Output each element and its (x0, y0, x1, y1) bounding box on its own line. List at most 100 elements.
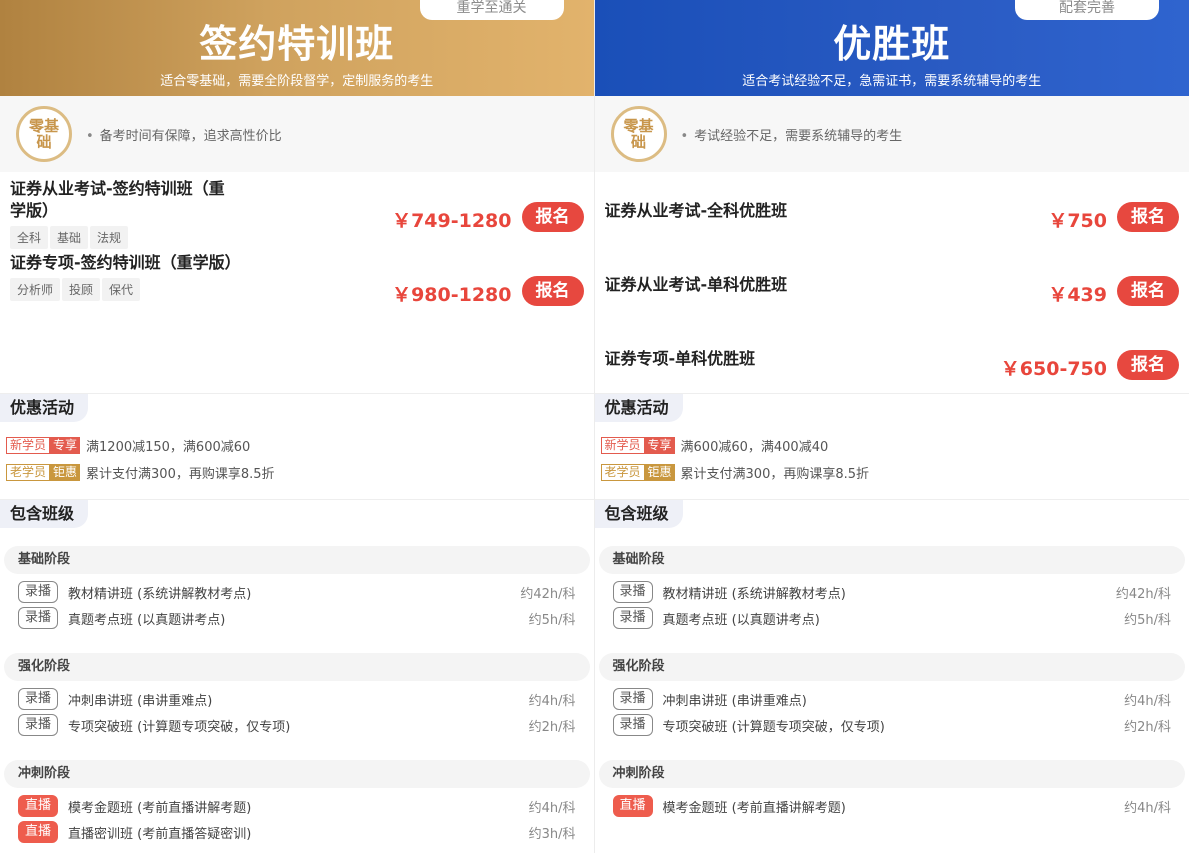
lesson-name: 模考金题班 (考前直播讲解考题) (662, 800, 846, 816)
promo-section: 优惠活动 新学员 专享 满1200减150，满600减60 老学员 钜惠 累计支付满… (0, 394, 594, 500)
product-item: 证券专项-签约特训班（重学版） 分析师 投顾 保代 ￥980-1280 报名 (0, 252, 594, 326)
plan-subtitle: 适合零基础，需要全阶段督学，定制服务的考生 (160, 74, 434, 89)
promo-tag: 老学员 钜惠 (600, 464, 675, 481)
promo-item: 新学员 专享 满600减60，满400减40 (600, 432, 1184, 459)
promo-title: 优惠活动 (594, 394, 683, 422)
lesson-duration: 约4h/科 (1124, 693, 1171, 709)
lesson-duration: 约5h/科 (1124, 612, 1171, 628)
plan-card-right: 配套完善 优胜班 适合考试经验不足，急需证书，需要系统辅导的考生 零基础 考试经… (594, 0, 1189, 853)
lesson-row: 直播 模考金题班 (考前直播讲解考题) 约4h/科 (599, 793, 1186, 819)
promo-tag: 新学员 专享 (6, 437, 81, 454)
product-price: ￥439 (1048, 284, 1107, 306)
lesson-type: 录播 (18, 581, 59, 603)
stage-name: 强化阶段 (598, 653, 1185, 681)
lesson-type: 录播 (612, 581, 653, 603)
lesson-duration: 约4h/科 (1124, 800, 1171, 816)
lesson-duration: 约2h/科 (1124, 719, 1171, 735)
product-tag: 投顾 (62, 278, 101, 301)
lesson-name: 冲刺串讲班 (串讲重难点) (662, 693, 807, 709)
promo-item: 新学员 专享 满1200减150，满600减60 (6, 432, 588, 459)
plan-card-left: 重学至通关 签约特训班 适合零基础，需要全阶段督学，定制服务的考生 零基础 备考… (0, 0, 595, 853)
product-name: 证券专项-单科优胜班 (604, 349, 756, 368)
product-tag: 法规 (90, 226, 129, 249)
enroll-button[interactable]: 报名 (1117, 202, 1179, 232)
lesson-duration: 约42h/科 (520, 586, 576, 602)
enroll-button[interactable]: 报名 (521, 202, 584, 232)
product-price: ￥980-1280 (392, 284, 512, 306)
lesson-row: 录播 专项突破班 (计算题专项突破，仅专项) 约2h/科 (4, 712, 590, 738)
stage-list: 基础阶段 录播 教材精讲班 (系统讲解教材考点) 约42h/科 录播 真题考点班 (以… (0, 528, 594, 845)
level-badge: 零基础 (610, 106, 667, 162)
audience-row: 零基础 备考时间有保障，追求高性价比 (0, 96, 594, 172)
lesson-type: 录播 (612, 607, 653, 629)
lesson-row: 直播 直播密训班 (考前直播答疑密训) 约3h/科 (4, 819, 590, 845)
lesson-row: 录播 冲刺串讲班 (串讲重难点) 约4h/科 (599, 686, 1186, 712)
lesson-type: 录播 (612, 714, 653, 736)
product-name: 证券从业考试-签约特训班（重学版） (10, 179, 225, 220)
lesson-name: 模考金题班 (考前直播讲解考题) (68, 800, 252, 816)
stage: 基础阶段 录播 教材精讲班 (系统讲解教材考点) 约42h/科 录播 真题考点班 (以… (598, 546, 1186, 631)
product-item: 证券从业考试-全科优胜班 ￥750 报名 (595, 178, 1189, 252)
lesson-row: 直播 模考金题班 (考前直播讲解考题) 约4h/科 (4, 793, 590, 819)
stage: 基础阶段 录播 教材精讲班 (系统讲解教材考点) 约42h/科 录播 真题考点班 (以… (4, 546, 590, 631)
stage: 冲刺阶段 直播 模考金题班 (考前直播讲解考题) 约4h/科 直播 直播密训班 (考前… (4, 760, 590, 845)
plan-ribbon: 配套完善 (1015, 0, 1159, 20)
lesson-name: 教材精讲班 (系统讲解教材考点) (662, 586, 846, 602)
lesson-type: 直播 (612, 795, 653, 817)
promo-text: 累计支付满300，再购课享8.5折 (86, 467, 275, 482)
lesson-row: 录播 教材精讲班 (系统讲解教材考点) 约42h/科 (599, 579, 1186, 605)
product-item: 证券从业考试-签约特训班（重学版） 全科 基础 法规 ￥749-1280 报名 (0, 178, 594, 252)
lesson-duration: 约3h/科 (528, 826, 576, 842)
plan-subtitle: 适合考试经验不足，急需证书，需要系统辅导的考生 (742, 74, 1042, 89)
stage: 强化阶段 录播 冲刺串讲班 (串讲重难点) 约4h/科 录播 专项突破班 (计算题专项… (598, 653, 1186, 738)
promo-item: 老学员 钜惠 累计支付满300，再购课享8.5折 (6, 459, 588, 486)
level-badge: 零基础 (16, 106, 72, 162)
classes-title: 包含班级 (594, 500, 683, 528)
product-price: ￥650-750 (1000, 358, 1107, 380)
lesson-type: 录播 (18, 688, 59, 710)
product-tag: 基础 (50, 226, 89, 249)
stage-name: 冲刺阶段 (598, 760, 1185, 788)
product-list: 证券从业考试-全科优胜班 ￥750 报名 证券从业考试-单科优胜班 ￥439 报… (594, 172, 1189, 394)
lesson-name: 专项突破班 (计算题专项突破，仅专项) (662, 719, 885, 735)
lesson-name: 真题考点班 (以真题讲考点) (662, 612, 820, 628)
audience-row: 零基础 考试经验不足，需要系统辅导的考生 (594, 96, 1189, 172)
lesson-row: 录播 冲刺串讲班 (串讲重难点) 约4h/科 (4, 686, 590, 712)
stage: 强化阶段 录播 冲刺串讲班 (串讲重难点) 约4h/科 录播 专项突破班 (计算题专项… (4, 653, 590, 738)
promo-item: 老学员 钜惠 累计支付满300，再购课享8.5折 (600, 459, 1184, 486)
lesson-type: 直播 (18, 821, 59, 843)
product-name: 证券从业考试-单科优胜班 (604, 275, 788, 294)
enroll-button[interactable]: 报名 (1117, 350, 1179, 380)
promo-section: 优惠活动 新学员 专享 满600减60，满400减40 老学员 钜惠 累计支付满30… (594, 394, 1189, 500)
lesson-duration: 约5h/科 (528, 612, 576, 628)
product-tag: 分析师 (10, 278, 61, 301)
lesson-type: 直播 (18, 795, 59, 817)
lesson-name: 教材精讲班 (系统讲解教材考点) (68, 586, 252, 602)
product-item: 证券专项-单科优胜班 ￥650-750 报名 (595, 326, 1189, 394)
lesson-type: 录播 (18, 607, 59, 629)
promo-title: 优惠活动 (0, 394, 89, 422)
lesson-name: 冲刺串讲班 (串讲重难点) (68, 693, 213, 709)
lesson-name: 直播密训班 (考前直播答疑密训) (68, 826, 252, 842)
plan-header: 配套完善 优胜班 适合考试经验不足，急需证书，需要系统辅导的考生 (594, 0, 1189, 96)
lesson-name: 专项突破班 (计算题专项突破，仅专项) (68, 719, 291, 735)
lesson-type: 录播 (18, 714, 59, 736)
product-price: ￥749-1280 (392, 210, 512, 232)
audience-desc: 备考时间有保障，追求高性价比 (86, 125, 282, 144)
enroll-button[interactable]: 报名 (1117, 276, 1179, 306)
lesson-row: 录播 教材精讲班 (系统讲解教材考点) 约42h/科 (4, 579, 590, 605)
audience-desc: 考试经验不足，需要系统辅导的考生 (681, 125, 902, 144)
enroll-button[interactable]: 报名 (521, 276, 584, 306)
plan-ribbon: 重学至通关 (419, 0, 564, 20)
promo-tag: 老学员 钜惠 (6, 464, 81, 481)
product-item: 证券从业考试-单科优胜班 ￥439 报名 (595, 252, 1189, 326)
promo-tag: 新学员 专享 (600, 437, 675, 454)
classes-title: 包含班级 (0, 500, 89, 528)
stage-name: 基础阶段 (598, 546, 1185, 574)
lesson-duration: 约4h/科 (528, 800, 576, 816)
promo-text: 累计支付满300，再购课享8.5折 (680, 467, 870, 482)
promo-text: 满1200减150，满600减60 (86, 440, 251, 455)
stage: 冲刺阶段 直播 模考金题班 (考前直播讲解考题) 约4h/科 (598, 760, 1186, 819)
plan-header: 重学至通关 签约特训班 适合零基础，需要全阶段督学，定制服务的考生 (0, 0, 594, 96)
product-price: ￥750 (1048, 210, 1107, 232)
